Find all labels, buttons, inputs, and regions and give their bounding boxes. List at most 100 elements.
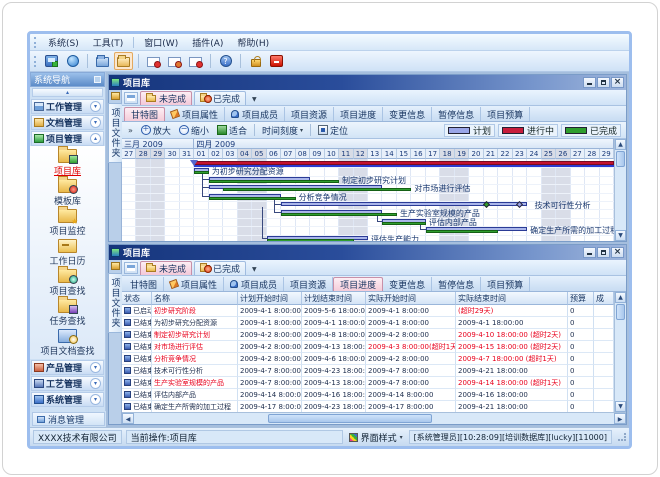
sidebar-item[interactable]: 项目文档查找: [40, 329, 94, 357]
table-row[interactable]: 已结束为初步研究分配资源2009-4-1 8:00:002009-4-1 18:…: [122, 317, 614, 329]
scroll-down-arrow[interactable]: ▼: [615, 401, 626, 412]
sub-tab-6[interactable]: 暂停信息: [432, 107, 481, 121]
chevron-down-icon[interactable]: ▾: [90, 117, 101, 128]
view-switch-button[interactable]: [124, 262, 138, 274]
progress-bar[interactable]: [426, 230, 498, 233]
table-header-cell[interactable]: 实际开始时间: [366, 292, 456, 305]
chevron-down-icon[interactable]: ▾: [90, 362, 101, 373]
view-switch-button[interactable]: [124, 92, 138, 104]
sidebar-item[interactable]: 项目库: [54, 149, 81, 177]
sidebar-item[interactable]: 项目监控: [49, 209, 85, 237]
chevron-down-icon[interactable]: ▾: [90, 101, 101, 112]
progress-bar[interactable]: [194, 171, 208, 174]
close-button[interactable]: [611, 247, 624, 258]
sidebar-item[interactable]: 项目查找: [49, 269, 85, 297]
gantt-tool-2[interactable]: 适合: [214, 123, 250, 138]
sub-tab-5[interactable]: 变更信息: [383, 277, 432, 291]
scroll-thumb[interactable]: [616, 304, 625, 320]
view-tab-1[interactable]: 已完成: [194, 91, 246, 105]
scroll-right-arrow[interactable]: ▶: [614, 413, 626, 424]
sidebar-group-3[interactable]: 产品管理▾: [31, 360, 104, 375]
scroll-track[interactable]: [615, 168, 626, 230]
sub-tab-7[interactable]: 项目预算: [481, 277, 530, 291]
table-header-cell[interactable]: 状态: [122, 292, 152, 305]
ui-style-dropdown[interactable]: 界面样式 ▾: [347, 431, 405, 444]
scroll-up-arrow[interactable]: ▲: [615, 139, 626, 150]
sub-tab-0[interactable]: 甘特图: [124, 107, 165, 121]
sub-tab-0[interactable]: 甘特图: [124, 277, 164, 291]
sidebar-group-1[interactable]: 文档管理▾: [31, 115, 104, 130]
view-tab-0[interactable]: 未完成: [140, 91, 192, 105]
screen-button[interactable]: [42, 52, 61, 70]
scroll-thumb[interactable]: [268, 414, 431, 423]
gantt-tool-4[interactable]: 定位: [315, 123, 351, 138]
sub-tab-7[interactable]: 项目预算: [481, 107, 530, 121]
table-header-cell[interactable]: 预算: [568, 292, 594, 305]
progress-bar[interactable]: [223, 188, 411, 191]
menu-item-3[interactable]: 插件(A): [185, 35, 230, 50]
sidebar-item[interactable]: 任务查找: [49, 299, 85, 327]
autohide-pin-icon[interactable]: [111, 262, 120, 270]
minimize-button[interactable]: [583, 77, 596, 88]
progress-bar[interactable]: [209, 180, 339, 183]
help-button[interactable]: [216, 52, 235, 70]
pin-icon[interactable]: [94, 76, 101, 83]
sub-tab-4[interactable]: 项目进度: [334, 107, 383, 121]
sidebar-scroll-up-button[interactable]: ▴: [32, 88, 103, 97]
menu-item-1[interactable]: 工具(T): [86, 35, 131, 50]
chevron-down-icon[interactable]: ▾: [90, 378, 101, 389]
autohide-pin-icon[interactable]: [111, 92, 120, 100]
mail-open-button[interactable]: [165, 52, 184, 70]
table-header-cell[interactable]: 计划开始时间: [238, 292, 302, 305]
progress-bar[interactable]: [267, 239, 354, 241]
project-folder-vertical-tab[interactable]: 项目文件夹: [108, 273, 123, 333]
scroll-down-arrow[interactable]: ▼: [615, 230, 626, 241]
sub-tab-1[interactable]: 项目属性: [165, 107, 225, 121]
table-row[interactable]: 已结束确定生产所需的加工过程2009-4-17 8:00:002009-4-23…: [122, 401, 614, 412]
menu-item-0[interactable]: 系统(S): [41, 35, 86, 50]
menubar-grip[interactable]: [34, 37, 37, 48]
sub-tab-2[interactable]: 项目成员: [224, 277, 284, 291]
sidebar-item[interactable]: 工作日历: [49, 239, 85, 267]
progress-bar[interactable]: [281, 213, 397, 216]
sidebar-group-4[interactable]: 工艺管理▾: [31, 376, 104, 391]
sub-tab-3[interactable]: 项目资源: [285, 107, 334, 121]
close-button[interactable]: [611, 77, 624, 88]
table-row[interactable]: 已结束评估内部产品2009-4-14 8:00:002009-4-16 18:0…: [122, 389, 614, 401]
lock-button[interactable]: [246, 52, 265, 70]
exit-button[interactable]: [267, 52, 286, 70]
sub-tab-1[interactable]: 项目属性: [164, 277, 224, 291]
mail-new-button[interactable]: [186, 52, 205, 70]
sidebar-group-0[interactable]: 工作管理▾: [31, 99, 104, 114]
folder-closed-button[interactable]: [93, 52, 112, 70]
table-row[interactable]: 已启动初步研究阶段2009-4-1 8:00:002009-5-6 18:00:…: [122, 305, 614, 317]
gantt-tool-3[interactable]: 时间刻度▾: [259, 123, 306, 138]
table-header-cell[interactable]: 名称: [152, 292, 238, 305]
sub-tab-2[interactable]: 项目成员: [225, 107, 285, 121]
table-header-cell[interactable]: 计划结束时间: [302, 292, 366, 305]
maximize-button[interactable]: [597, 247, 610, 258]
vertical-scrollbar[interactable]: ▲▼: [614, 292, 626, 412]
project-folder-vertical-tab[interactable]: 项目文件夹: [108, 103, 123, 163]
table-row[interactable]: 已结束分析竞争情况2009-4-2 8:00:002009-4-6 18:00:…: [122, 353, 614, 365]
scroll-left-arrow[interactable]: ◀: [122, 413, 134, 424]
mail-send-button[interactable]: [144, 52, 163, 70]
vertical-scrollbar[interactable]: ▲▼: [614, 139, 626, 241]
chevron-down-icon[interactable]: ▾: [90, 394, 101, 405]
scroll-up-arrow[interactable]: ▲: [615, 292, 626, 303]
table-header-cell[interactable]: 实际结束时间: [456, 292, 568, 305]
sidebar-group-2[interactable]: 项目管理▴: [31, 131, 104, 146]
sidebar-item[interactable]: 模板库: [54, 179, 81, 207]
gantt-tool-0[interactable]: 放大: [138, 123, 174, 138]
message-management-tab[interactable]: 消息管理: [32, 412, 105, 426]
scroll-track[interactable]: [134, 413, 614, 424]
table-row[interactable]: 已结束对市场进行评估2009-4-2 8:00:002009-4-13 18:0…: [122, 341, 614, 353]
folder-open-button[interactable]: [114, 52, 133, 70]
menu-item-4[interactable]: 帮助(H): [230, 35, 276, 50]
maximize-button[interactable]: [597, 77, 610, 88]
progress-bar[interactable]: [382, 222, 425, 225]
chevron-down-icon[interactable]: ▼: [248, 266, 261, 275]
gantt-tool-1[interactable]: 缩小: [176, 123, 212, 138]
progress-bar[interactable]: [209, 197, 296, 200]
sub-tab-3[interactable]: 项目资源: [284, 277, 333, 291]
